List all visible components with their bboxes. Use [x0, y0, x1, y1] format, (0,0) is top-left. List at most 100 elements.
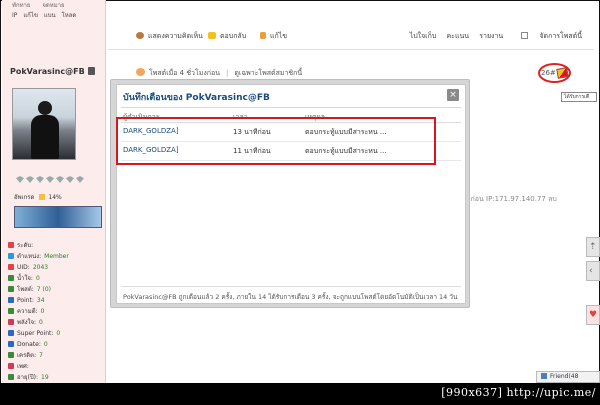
- avatar-figure-body: [31, 115, 59, 159]
- rate-link[interactable]: คะแนน: [447, 32, 470, 40]
- warning-indicator[interactable]: 26#: [538, 63, 571, 83]
- stat-value: 7: [39, 352, 43, 359]
- gem-icon: [26, 176, 34, 183]
- profile-stats: ระดับ: ตำแหน่ง: Member UID: 2043 น้ำใจ: 0 โพสต์…: [8, 240, 104, 383]
- profile-stat: UID: 2043: [8, 262, 104, 273]
- stat-label: Point:: [17, 297, 34, 304]
- report-link[interactable]: รายงาน: [479, 32, 503, 40]
- stat-value: 2043: [32, 264, 49, 271]
- stat-value: 34: [36, 297, 45, 304]
- post-ip-line: ตีก่อน IP:171.97.140.77 ลบ: [466, 195, 557, 203]
- post-time: โพสต์เมื่อ 4 ชั่วโมงก่อน: [149, 69, 221, 77]
- arrow-up-icon: ⇡: [589, 242, 597, 252]
- profile-stat: Super Point: 0: [8, 328, 104, 339]
- stat-label: โพสต์:: [17, 286, 34, 293]
- stat-label: อายุ(ปี):: [17, 374, 38, 381]
- age-icon: [8, 374, 14, 380]
- signature-banner[interactable]: [14, 206, 102, 228]
- warning-tooltip: ได้รับการเตื: [561, 92, 597, 102]
- post-toolbar: แสดงความคิดเห็น ตอบกลับ แก้ไข ไปใจเก็บ ค…: [108, 28, 588, 44]
- rank-gems: [16, 176, 86, 185]
- gem-icon: [16, 176, 24, 183]
- gem-icon: [56, 176, 64, 183]
- ban-link[interactable]: แบน: [44, 12, 56, 19]
- load-link[interactable]: โหลด: [62, 12, 77, 19]
- stat-value: 0: [43, 341, 48, 348]
- warning-flag-icon[interactable]: [556, 67, 569, 79]
- gem-icon: [46, 176, 54, 183]
- heart-icon: [8, 319, 14, 325]
- greet-link[interactable]: ทักทาย: [12, 2, 30, 9]
- profile-username[interactable]: PokVarasinc@FB: [10, 67, 95, 76]
- comment-button[interactable]: แสดงความคิดเห็น: [136, 31, 203, 42]
- credit-icon: [8, 352, 14, 358]
- gem-icon: [36, 176, 44, 183]
- avatar-figure-head: [38, 101, 52, 115]
- reply-label: ตอบกลับ: [220, 32, 247, 40]
- stat-value: 0: [40, 308, 45, 315]
- separator: |: [226, 69, 229, 77]
- message-link[interactable]: จดหมาย: [42, 2, 64, 9]
- comment-icon: [136, 32, 144, 39]
- modal-footer: PokVarasinc@FB ถูกเตือนแล้ว 2 ครั้ง, ภาย…: [123, 293, 458, 301]
- footer-divider: [121, 286, 461, 287]
- modal-title-divider: [121, 107, 461, 108]
- stat-label: เพศ:: [17, 363, 29, 370]
- gem-icon: [76, 176, 84, 183]
- toolbar-right: ไปใจเก็บ คะแนน รายงาน จัดการโพสต์นี้: [402, 31, 582, 42]
- stat-value: 0: [39, 319, 43, 326]
- stat-value: 7 (0): [36, 286, 51, 293]
- manage-post[interactable]: จัดการโพสต์นี้: [513, 32, 582, 40]
- stat-label: พลังใจ:: [17, 319, 37, 326]
- stat-value: 0: [35, 275, 40, 282]
- view-member-posts-link[interactable]: ดูเฉพาะโพสต์สมาชิกนี้: [234, 69, 302, 77]
- user-badge-icon: [87, 67, 95, 75]
- profile-stat: เพศ:: [8, 361, 104, 372]
- stat-label: น้ำใจ:: [17, 275, 33, 282]
- profile-stat: น้ำใจ: 0: [8, 273, 104, 284]
- profile-stat: ตำแหน่ง: Member: [8, 251, 104, 262]
- upgrade-percent: 14%: [48, 194, 62, 201]
- profile-stat: ระดับ:: [8, 240, 104, 251]
- manage-label: จัดการโพสต์นี้: [539, 32, 582, 40]
- post-icon: [136, 68, 145, 76]
- upgrade-label: อัพเกรด: [14, 194, 35, 201]
- comment-label: แสดงความคิดเห็น: [148, 32, 203, 40]
- scroll-top-button[interactable]: ⇡: [586, 237, 600, 257]
- stat-label: UID:: [17, 264, 30, 271]
- favorite-button[interactable]: ♥: [586, 305, 600, 325]
- close-icon[interactable]: ×: [447, 89, 459, 101]
- profile-top-links: ทักทาย จดหมาย IP แก้ไข แบน โหลด: [8, 0, 104, 22]
- water-icon: [8, 275, 14, 281]
- edit-label: แก้ไข: [270, 32, 288, 40]
- bookmark-link[interactable]: ไปใจเก็บ: [410, 32, 437, 40]
- gem-icon: [66, 176, 74, 183]
- profile-stat: Donate: 0: [8, 339, 104, 350]
- reply-button[interactable]: ตอบกลับ: [208, 31, 246, 42]
- friend-icon: [541, 373, 547, 379]
- stat-label: ความดี:: [17, 308, 38, 315]
- profile-stat: อายุ(ปี): 19: [8, 372, 104, 383]
- avatar[interactable]: [12, 88, 76, 160]
- profile-stat: ความดี: 0: [8, 306, 104, 317]
- username-text[interactable]: PokVarasinc@FB: [10, 67, 85, 76]
- manage-checkbox[interactable]: [521, 32, 529, 39]
- ip-link[interactable]: IP: [12, 12, 17, 19]
- friend-bar[interactable]: Friend(48: [536, 371, 600, 383]
- donate-icon: [8, 341, 14, 347]
- watermark-bar: [990x637] http://upic.me/: [0, 383, 600, 405]
- edit-button[interactable]: แก้ไข: [260, 31, 287, 42]
- post-icon: [8, 286, 14, 292]
- warning-count: 26#: [541, 69, 556, 77]
- friend-count: Friend(48: [550, 373, 579, 380]
- side-action-button[interactable]: ‹: [586, 261, 600, 281]
- warning-log-modal: บันทึกเตือนของ PokVarasinc@FB × ผู้ดำเนิ…: [110, 79, 470, 308]
- highlight-annotation: [116, 117, 436, 165]
- point-icon: [8, 297, 14, 303]
- stat-value: 0: [56, 330, 61, 337]
- reply-icon: [208, 32, 216, 39]
- super-point-icon: [8, 330, 14, 336]
- upgrade-icon: [39, 194, 46, 200]
- edit-user-link[interactable]: แก้ไข: [23, 12, 38, 19]
- stat-label: Donate:: [17, 341, 41, 348]
